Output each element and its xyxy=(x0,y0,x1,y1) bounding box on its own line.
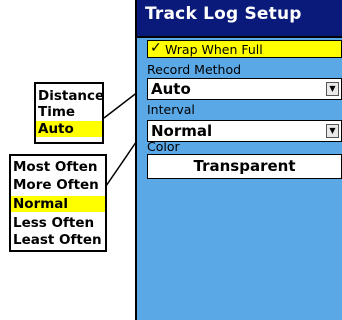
interval-option-more-often[interactable]: More Often xyxy=(11,177,105,193)
track-log-setup-screen: Track Log Setup ✓ Wrap When Full Record … xyxy=(135,0,342,320)
record-method-option-time[interactable]: Time xyxy=(36,104,102,120)
interval-option-most-often[interactable]: Most Often xyxy=(11,159,105,175)
color-label: Color xyxy=(147,139,180,154)
record-method-dropdown[interactable]: Auto ▼ xyxy=(147,78,342,100)
wrap-when-full-checkbox[interactable]: ✓ Wrap When Full xyxy=(147,40,342,58)
record-method-option-distance[interactable]: Distance xyxy=(36,88,104,104)
triangle-down-icon[interactable]: ▼ xyxy=(326,124,339,138)
interval-label: Interval xyxy=(147,102,195,117)
interval-value: Normal xyxy=(151,122,213,140)
triangle-down-icon[interactable]: ▼ xyxy=(326,82,339,96)
record-method-value: Auto xyxy=(151,80,191,98)
record-method-label: Record Method xyxy=(147,62,242,77)
interval-option-normal[interactable]: Normal xyxy=(11,196,105,212)
title-bar: Track Log Setup xyxy=(137,0,342,38)
wrap-when-full-label: Wrap When Full xyxy=(165,42,263,57)
interval-option-less-often[interactable]: Less Often xyxy=(11,215,105,231)
record-method-option-auto[interactable]: Auto xyxy=(36,121,102,137)
interval-option-least-often[interactable]: Least Often xyxy=(11,232,105,248)
checkmark-icon: ✓ xyxy=(150,40,162,56)
interval-options-popup: Most Often More Often Normal Less Often … xyxy=(9,154,107,252)
color-value: Transparent xyxy=(193,157,296,175)
page-title: Track Log Setup xyxy=(145,4,302,24)
color-field[interactable]: Transparent xyxy=(147,154,342,179)
record-method-options-popup: Distance Time Auto xyxy=(34,82,104,144)
